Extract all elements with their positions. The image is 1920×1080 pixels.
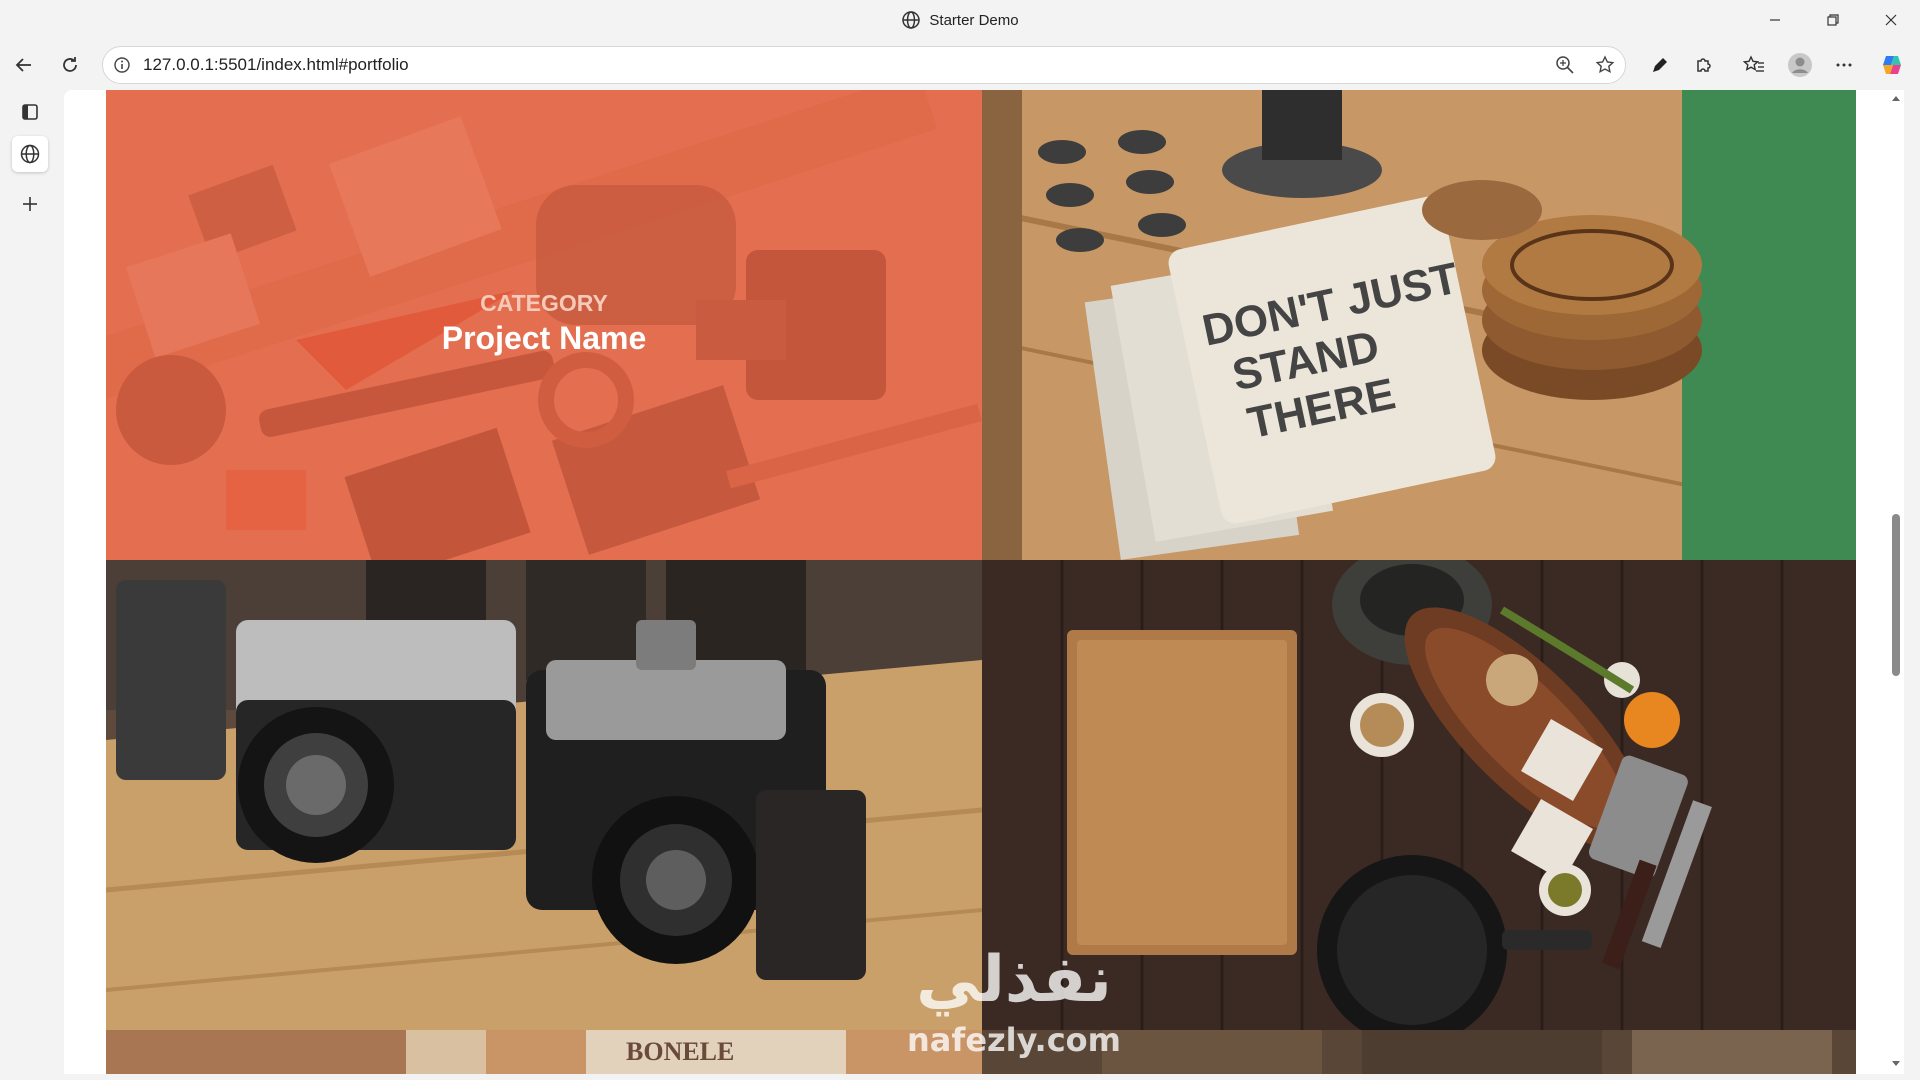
portfolio-item-3[interactable] (106, 560, 982, 1030)
tabs-icon (22, 104, 38, 120)
portfolio-category: CATEGORY (480, 290, 608, 316)
minimize-icon (1770, 19, 1780, 21)
window-title-area: Starter Demo (0, 0, 1920, 40)
reload-icon (63, 57, 77, 72)
menu-button[interactable] (1828, 49, 1860, 81)
pen-button[interactable] (1644, 49, 1676, 81)
copilot-icon (1883, 56, 1901, 74)
back-button[interactable] (8, 49, 40, 81)
portfolio-project-name: Project Name (441, 320, 647, 356)
star-icon[interactable] (1595, 55, 1615, 75)
favorites-button[interactable] (1738, 49, 1770, 81)
globe-icon (20, 144, 40, 164)
profile-button[interactable] (1784, 49, 1816, 81)
reload-button[interactable] (54, 49, 86, 81)
page-viewport: CATEGORY Project Name DON'T JUST STAND T… (64, 90, 1904, 1074)
puzzle-icon (1697, 58, 1711, 72)
avatar-icon (1788, 53, 1812, 77)
scrollbar-thumb[interactable] (1892, 514, 1900, 676)
portfolio-item-1[interactable]: CATEGORY Project Name (106, 90, 982, 560)
watermark-latin: nafezly.com (907, 1021, 1121, 1059)
title-bar: Starter Demo (0, 0, 1920, 40)
restore-button[interactable] (1810, 0, 1856, 40)
extensions-button[interactable] (1688, 49, 1720, 81)
sidebar-tabs-button[interactable] (12, 94, 48, 130)
close-icon (1885, 14, 1897, 26)
notebook-photo: DON'T JUST STAND THERE (982, 90, 1856, 560)
globe-icon (902, 11, 921, 29)
sidebar-globe-button[interactable] (12, 136, 48, 172)
back-icon (15, 58, 31, 72)
portfolio-item-5[interactable]: BONELE (106, 1030, 982, 1074)
scroll-down-icon[interactable] (1891, 1060, 1901, 1068)
sidebar-add-button[interactable] (12, 186, 48, 222)
address-bar[interactable]: 127.0.0.1:5501/index.html#portfolio (102, 46, 1626, 84)
favorites-icon (1743, 55, 1764, 72)
portfolio-item-2[interactable]: DON'T JUST STAND THERE (982, 90, 1856, 560)
scroll-up-icon[interactable] (1891, 94, 1901, 102)
watermark-arabic: نفذلي (916, 943, 1112, 1017)
plus-icon (23, 197, 37, 211)
page-scrollbar[interactable] (1888, 90, 1904, 1074)
close-button[interactable] (1868, 0, 1914, 40)
copilot-button[interactable] (1876, 49, 1908, 81)
window-title: Starter Demo (929, 11, 1019, 29)
zoom-icon[interactable] (1555, 55, 1575, 75)
pen-icon (1653, 58, 1667, 72)
camera-photo (106, 560, 982, 1030)
info-icon[interactable] (113, 56, 131, 74)
minimize-button[interactable] (1752, 0, 1798, 40)
food-photo: BONELE (106, 1030, 982, 1074)
url-text[interactable]: 127.0.0.1:5501/index.html#portfolio (143, 55, 409, 75)
browser-sidebar (0, 90, 64, 1080)
restore-icon (1827, 14, 1839, 26)
more-icon (1836, 63, 1852, 67)
box-text: BONELE (626, 1037, 734, 1066)
